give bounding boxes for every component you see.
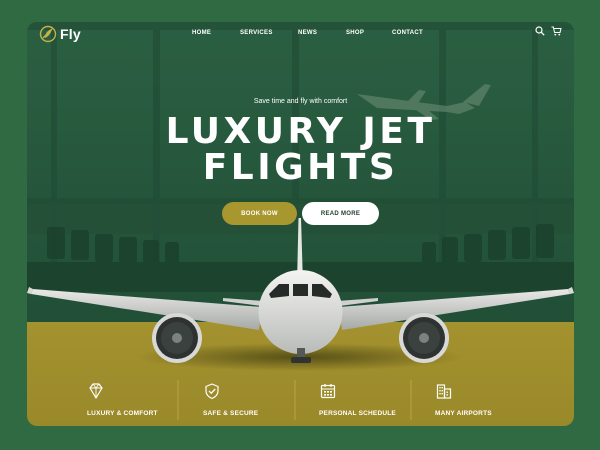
search-icon[interactable] bbox=[535, 26, 545, 36]
hero-title: LUXURY JET FLIGHTS bbox=[27, 114, 574, 186]
diamond-icon bbox=[89, 383, 103, 399]
feature-label: LUXURY & COMFORT bbox=[87, 410, 158, 417]
hero-background bbox=[27, 22, 574, 426]
logo-leaf-icon bbox=[39, 25, 57, 43]
calendar-icon bbox=[320, 384, 336, 399]
nav-links: HOME SERVICES NEWS SHOP CONTACT bbox=[192, 30, 423, 36]
hero-tagline: Save time and fly with comfort bbox=[253, 98, 348, 105]
hero-title-line-2: FLIGHTS bbox=[202, 147, 399, 188]
feature-label: SAFE & SECURE bbox=[203, 410, 259, 417]
shield-check-icon bbox=[205, 383, 219, 400]
nav-link-home[interactable]: HOME bbox=[192, 30, 240, 36]
nav-link-shop[interactable]: SHOP bbox=[346, 30, 392, 36]
nav-link-news[interactable]: NEWS bbox=[298, 30, 346, 36]
cart-icon[interactable] bbox=[551, 26, 562, 36]
brand-name: Fly bbox=[60, 26, 81, 42]
feature-label: MANY AIRPORTS bbox=[435, 410, 492, 417]
feature-label: PERSONAL SCHEDULE bbox=[319, 410, 396, 417]
nav-link-services[interactable]: SERVICES bbox=[240, 30, 298, 36]
hero-title-line-1: LUXURY JET bbox=[165, 111, 436, 152]
read-more-button[interactable]: READ MORE bbox=[302, 202, 379, 225]
nav-link-contact[interactable]: CONTACT bbox=[392, 30, 423, 36]
features-bar: LUXURY & COMFORT SAFE & SECURE PERSONAL … bbox=[27, 374, 574, 426]
hero-card: Fly HOME SERVICES NEWS SHOP CONTACT Save… bbox=[27, 22, 574, 426]
book-now-button[interactable]: BOOK NOW bbox=[222, 202, 297, 225]
logo[interactable]: Fly bbox=[39, 25, 81, 43]
top-nav: Fly HOME SERVICES NEWS SHOP CONTACT bbox=[27, 22, 574, 46]
building-icon bbox=[436, 384, 452, 399]
